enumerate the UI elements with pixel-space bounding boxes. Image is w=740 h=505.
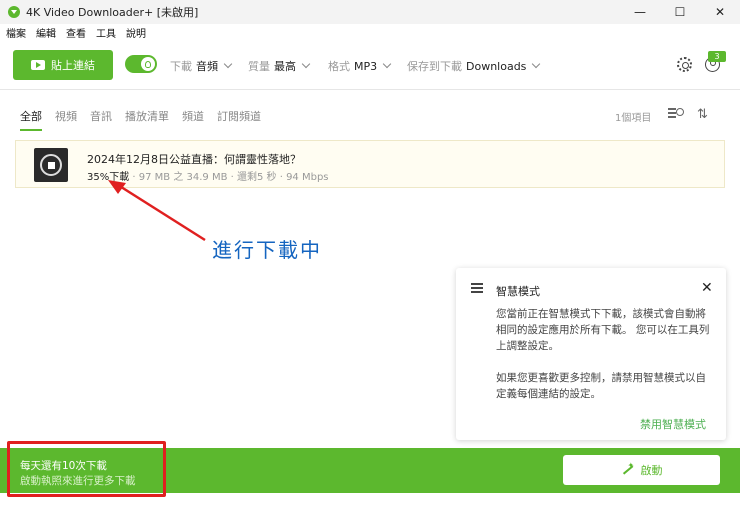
download-status-word: 下載 [109, 172, 130, 183]
lightbulb-icon [145, 60, 151, 68]
chevron-down-icon [223, 59, 233, 69]
paste-link-button[interactable]: 貼上連結 [13, 50, 113, 80]
tab-video[interactable]: 視頻 [55, 108, 77, 131]
sort-icon[interactable]: ⇅ [697, 107, 708, 122]
download-type-dropdown[interactable]: 下載 音頻 [170, 58, 233, 74]
menu-file[interactable]: 檔案 [6, 25, 26, 40]
chevron-down-icon [382, 59, 392, 69]
youtube-icon [31, 60, 45, 70]
download-type-label: 下載 [170, 60, 192, 73]
tab-audio[interactable]: 音訊 [90, 108, 112, 131]
window-title: 4K Video Downloader+ [未啟用] [26, 6, 199, 19]
smart-mode-para1: 您當前正在智慧模式下下載，該模式會自動將相同的設定應用於所有下載。 您可以在工具… [496, 308, 710, 352]
chevron-down-icon [301, 59, 311, 69]
close-icon[interactable]: ✕ [701, 280, 713, 296]
gear-icon[interactable] [677, 57, 692, 72]
smart-mode-para2: 如果您更喜歡更多控制，請禁用智慧模式以自定義每個連結的設定。 [496, 372, 706, 400]
highlight-box [7, 441, 166, 497]
tab-playlist[interactable]: 播放清單 [125, 108, 169, 131]
tab-all[interactable]: 全部 [20, 108, 42, 131]
close-button[interactable]: ✕ [700, 0, 740, 24]
annotation-text: 進行下載中 [212, 238, 322, 262]
activate-button[interactable]: 啟動 [563, 455, 720, 485]
quality-value: 最高 [274, 60, 296, 73]
menu-view[interactable]: 查看 [66, 25, 86, 40]
quality-dropdown[interactable]: 質量 最高 [248, 58, 311, 74]
tab-channel[interactable]: 頻道 [182, 108, 204, 131]
minimize-button[interactable]: — [620, 0, 660, 24]
activate-label: 啟動 [640, 464, 663, 477]
download-percent: 35% [87, 172, 110, 183]
tab-subscriptions[interactable]: 訂閱頻道 [217, 108, 261, 131]
video-thumbnail [34, 148, 68, 182]
toolbar: 貼上連結 下載 音頻 質量 最高 格式 MP3 保存到下載 Downloads … [0, 40, 740, 90]
paste-link-label: 貼上連結 [51, 59, 95, 72]
smart-mode-toggle[interactable] [125, 55, 157, 73]
notification-badge: 3 [708, 51, 726, 62]
disable-smart-mode-link[interactable]: 禁用智慧模式 [640, 416, 706, 432]
progress-ring [40, 154, 62, 176]
format-value: MP3 [354, 59, 378, 73]
filter-tabs: 全部 視頻 音訊 播放清單 頻道 訂閱頻道 [20, 108, 274, 131]
save-location-value: Downloads [466, 59, 527, 73]
chevron-down-icon [532, 59, 541, 69]
window-controls: — ☐ ✕ [620, 0, 740, 24]
smart-mode-body: 您當前正在智慧模式下下載，該模式會自動將相同的設定應用於所有下載。 您可以在工具… [496, 306, 711, 418]
quality-label: 質量 [248, 60, 270, 73]
save-location-label: 保存到下載 [407, 60, 462, 73]
download-type-value: 音頻 [196, 60, 218, 73]
format-label: 格式 [328, 60, 350, 73]
menu-bar: 檔案 編輯 查看 工具 說明 [0, 24, 740, 40]
smart-mode-panel: 智慧模式 ✕ 您當前正在智慧模式下下載，該模式會自動將相同的設定應用於所有下載。… [456, 268, 726, 440]
download-item[interactable]: 2024年12月8日公益直播：何謂靈性落地？ 35%下載 · 97 MB 之 3… [15, 140, 725, 188]
app-logo-icon [8, 6, 20, 18]
download-title: 2024年12月8日公益直播：何謂靈性落地？ [87, 153, 301, 166]
smart-mode-title: 智慧模式 [496, 285, 540, 298]
menu-help[interactable]: 說明 [126, 25, 146, 40]
menu-edit[interactable]: 編輯 [36, 25, 56, 40]
format-dropdown[interactable]: 格式 MP3 [328, 58, 392, 74]
sliders-icon [471, 283, 483, 293]
download-details: · 97 MB 之 34.9 MB · 還剩5 秒 · 94 Mbps [129, 172, 329, 183]
title-bar: 4K Video Downloader+ [未啟用] — ☐ ✕ [0, 0, 740, 24]
save-location-dropdown[interactable]: 保存到下載 Downloads [407, 58, 541, 74]
magic-wand-icon [621, 461, 635, 476]
menu-tools[interactable]: 工具 [96, 25, 116, 40]
maximize-button[interactable]: ☐ [660, 0, 700, 24]
items-count: 1個項目 [615, 113, 652, 124]
download-status: 35%下載 · 97 MB 之 34.9 MB · 還剩5 秒 · 94 Mbp… [87, 168, 329, 183]
stop-icon[interactable] [47, 161, 55, 169]
search-icon[interactable] [668, 108, 684, 120]
toggle-knob [141, 57, 155, 71]
